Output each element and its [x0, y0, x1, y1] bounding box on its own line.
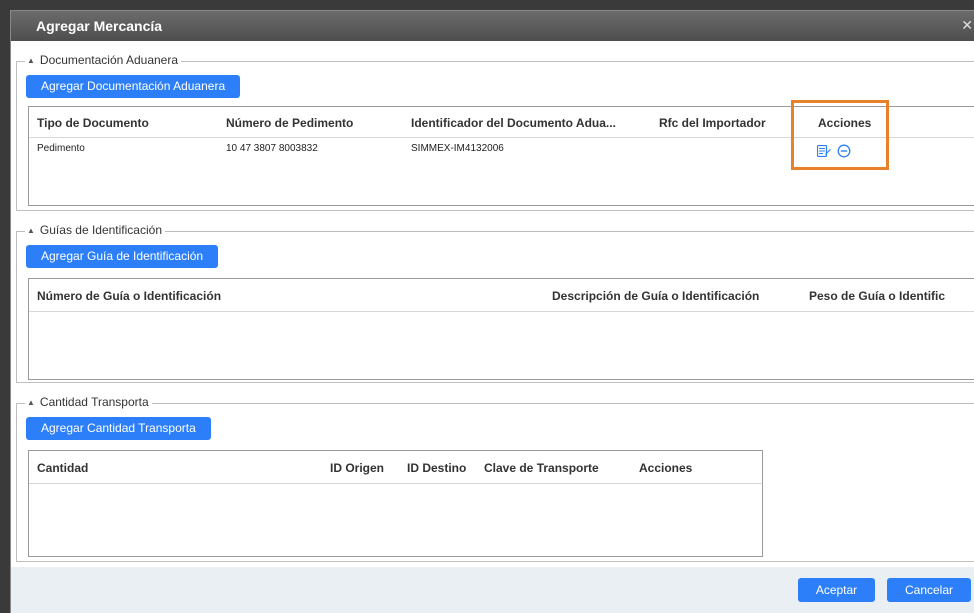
cell-document-type: Pedimento — [37, 143, 85, 154]
dialog-title: Agregar Mercancía — [36, 18, 163, 34]
column-header-origin-id[interactable]: ID Origen — [330, 461, 384, 475]
identification-guides-legend[interactable]: ▲ Guías de Identificación — [25, 223, 165, 237]
transport-quantity-legend[interactable]: ▲ Cantidad Transporta — [25, 395, 152, 409]
column-header-actions[interactable]: Acciones — [639, 461, 692, 475]
add-customs-documentation-button[interactable]: Agregar Documentación Aduanera — [26, 75, 241, 98]
collapse-triangle-icon[interactable]: ▲ — [27, 226, 35, 235]
transport-quantity-section: ▲ Cantidad Transporta Agregar Cantidad Tr… — [16, 395, 974, 562]
column-header-destination-id[interactable]: ID Destino — [407, 461, 466, 475]
column-header-transport-key[interactable]: Clave de Transporte — [484, 461, 599, 475]
column-header-guide-description[interactable]: Descripción de Guía o Identificación — [552, 289, 759, 303]
identification-guides-grid: Número de Guía o Identificación Descripc… — [28, 278, 974, 380]
grid-header: Cantidad ID Origen ID Destino Clave de T… — [29, 451, 762, 484]
grid-header: Número de Guía o Identificación Descripc… — [29, 279, 974, 312]
collapse-triangle-icon[interactable]: ▲ — [27, 398, 35, 407]
column-header-guide-weight[interactable]: Peso de Guía o Identific — [809, 289, 945, 303]
cell-customs-document-id: SIMMEX-IM4132006 — [411, 143, 504, 154]
identification-guides-section: ▲ Guías de Identificación Agregar Guía de… — [16, 223, 974, 383]
accept-button[interactable]: Aceptar — [798, 578, 875, 602]
column-header-guide-number[interactable]: Número de Guía o Identificación — [37, 289, 221, 303]
column-header-customs-document-id[interactable]: Identificador del Documento Adua... — [411, 116, 616, 130]
close-icon[interactable]: ✕ — [961, 17, 973, 34]
column-header-pedimento-number[interactable]: Número de Pedimento — [226, 116, 353, 130]
add-merchandise-dialog: Agregar Mercancía ✕ ▲ Documentación Aduan… — [10, 10, 974, 613]
transport-quantity-grid: Cantidad ID Origen ID Destino Clave de T… — [28, 450, 763, 557]
column-header-document-type[interactable]: Tipo de Documento — [37, 116, 149, 130]
actions-highlight-box — [791, 100, 889, 170]
add-transport-quantity-button[interactable]: Agregar Cantidad Transporta — [26, 417, 211, 440]
collapse-triangle-icon[interactable]: ▲ — [27, 56, 35, 65]
column-header-importer-rfc[interactable]: Rfc del Importador — [659, 116, 766, 130]
remove-icon[interactable] — [837, 144, 851, 158]
cancel-button[interactable]: Cancelar — [887, 578, 971, 602]
column-header-quantity[interactable]: Cantidad — [37, 461, 88, 475]
dialog-titlebar[interactable]: Agregar Mercancía ✕ — [11, 11, 974, 41]
customs-documentation-legend[interactable]: ▲ Documentación Aduanera — [25, 53, 182, 67]
cell-pedimento-number: 10 47 3807 8003832 — [226, 143, 318, 154]
add-identification-guide-button[interactable]: Agregar Guía de Identificación — [26, 245, 219, 268]
edit-icon[interactable] — [817, 145, 831, 157]
